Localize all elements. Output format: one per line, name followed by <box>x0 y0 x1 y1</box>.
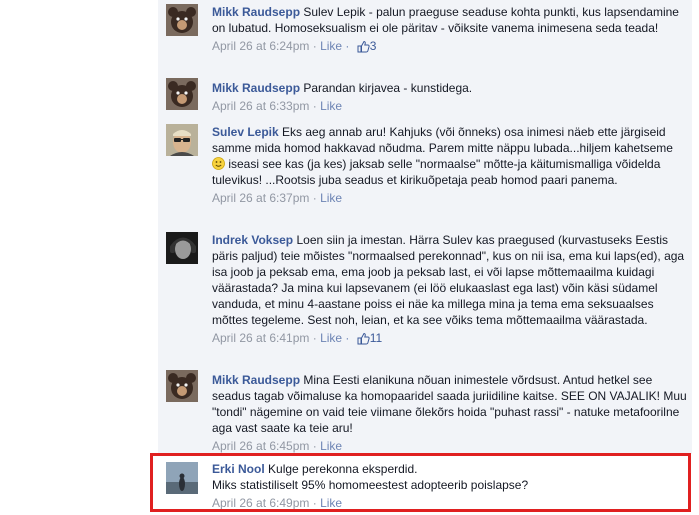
meta-separator: · <box>342 39 350 53</box>
comment-message: Eks aeg annab aru! Kahjuks (või õnneks) … <box>212 125 673 155</box>
meta-separator: · <box>342 331 350 345</box>
comment-item: Indrek Voksep Loen siin ja imestan. Härr… <box>158 228 692 366</box>
highlight-box <box>150 453 691 512</box>
author-name[interactable]: Mikk Raudsepp <box>212 81 300 95</box>
comment-timestamp[interactable]: April 26 at 6:37pm <box>212 191 309 205</box>
comment-meta: April 26 at 6:41pm · Like · 11 <box>212 330 688 349</box>
like-button[interactable]: Like <box>320 439 342 453</box>
comment-message: Loen siin ja imestan. Härra Sulev kas pr… <box>212 233 685 327</box>
author-name[interactable]: Indrek Voksep <box>212 233 293 247</box>
comment-thread: Mikk Raudsepp Sulev Lepik - palun praegu… <box>0 0 699 515</box>
like-button[interactable]: Like <box>320 191 342 205</box>
meta-separator: · <box>309 331 321 345</box>
like-button[interactable]: Like <box>320 39 342 53</box>
thumbs-up-icon <box>357 332 370 349</box>
comment-text: Indrek Voksep Loen siin ja imestan. Härr… <box>212 232 688 328</box>
comment-timestamp[interactable]: April 26 at 6:45pm <box>212 439 309 453</box>
comment-text: Sulev Lepik Eks aeg annab aru! Kahjuks (… <box>212 124 688 188</box>
comment-item: Mikk Raudsepp Parandan kirjavea - kunsti… <box>158 72 692 118</box>
comment-item: Mikk Raudsepp Mina Eesti elanikuna nõuan… <box>158 366 692 454</box>
smiley-emoticon-icon <box>212 157 225 170</box>
teddy-bear-avatar[interactable] <box>166 4 198 36</box>
like-count[interactable]: 3 <box>370 39 377 53</box>
comment-text: Mikk Raudsepp Sulev Lepik - palun praegu… <box>212 4 688 36</box>
teddy-bear-avatar[interactable] <box>166 370 198 402</box>
comment-meta: April 26 at 6:45pm · Like <box>212 438 688 454</box>
comment-text: Mikk Raudsepp Mina Eesti elanikuna nõuan… <box>212 372 688 436</box>
meta-separator: · <box>309 439 321 453</box>
comment-timestamp[interactable]: April 26 at 6:33pm <box>212 99 309 113</box>
comment-timestamp[interactable]: April 26 at 6:24pm <box>212 39 309 53</box>
like-count[interactable]: 11 <box>370 331 382 345</box>
comment-message-continued: iseasi see kas (ja kes) jaksab selle "no… <box>212 157 661 187</box>
like-button[interactable]: Like <box>320 99 342 113</box>
comment-message: Parandan kirjavea - kunstidega. <box>303 81 473 95</box>
comment-meta: April 26 at 6:24pm · Like · 3 <box>212 38 688 57</box>
meta-separator: · <box>309 191 321 205</box>
author-name[interactable]: Mikk Raudsepp <box>212 5 300 19</box>
like-button[interactable]: Like <box>320 331 342 345</box>
comment-item: Sulev Lepik Eks aeg annab aru! Kahjuks (… <box>158 118 692 228</box>
comment-meta: April 26 at 6:37pm · Like <box>212 190 688 206</box>
author-name[interactable]: Sulev Lepik <box>212 125 279 139</box>
teddy-bear-avatar[interactable] <box>166 78 198 110</box>
author-name[interactable]: Mikk Raudsepp <box>212 373 300 387</box>
comment-item: Mikk Raudsepp Sulev Lepik - palun praegu… <box>158 0 692 72</box>
comment-meta: April 26 at 6:33pm · Like <box>212 98 688 114</box>
meta-separator: · <box>309 39 321 53</box>
meta-separator: · <box>309 99 321 113</box>
thumbs-up-icon <box>357 40 370 57</box>
comment-timestamp[interactable]: April 26 at 6:41pm <box>212 331 309 345</box>
headphones-man-avatar[interactable] <box>166 232 198 264</box>
man-sunglasses-avatar[interactable] <box>166 124 198 156</box>
comment-text: Mikk Raudsepp Parandan kirjavea - kunsti… <box>212 80 688 96</box>
